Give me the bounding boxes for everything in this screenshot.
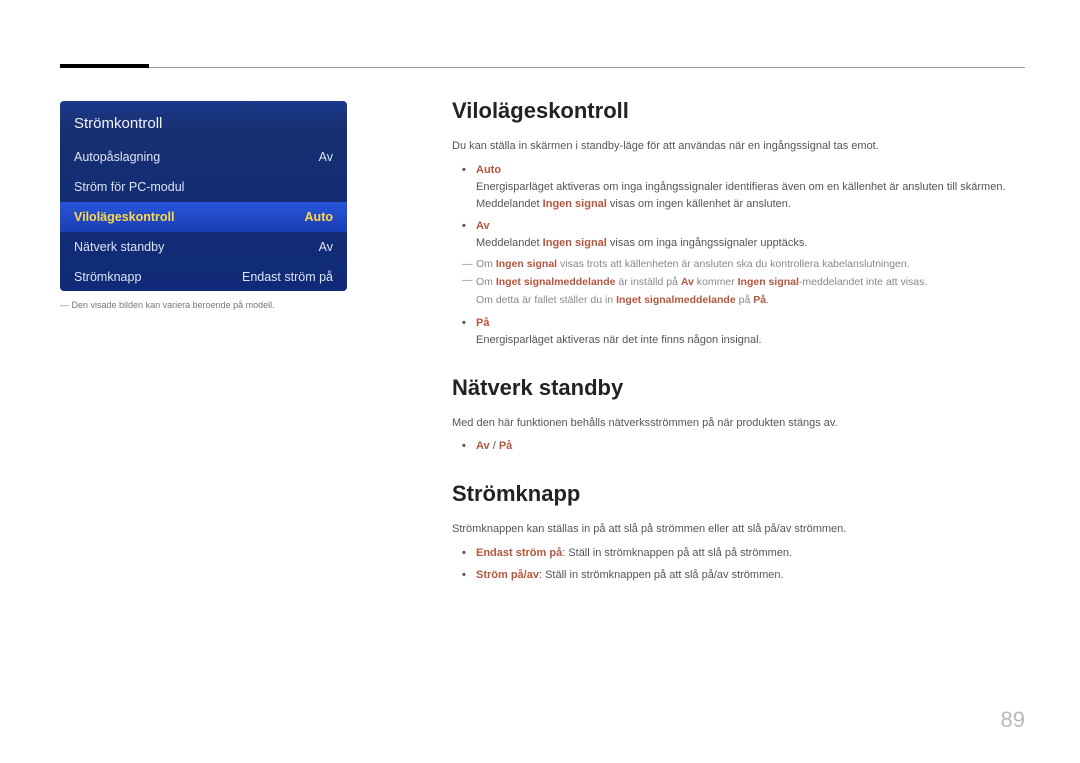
opt-auto: Auto <box>476 164 501 176</box>
header-accent <box>60 64 149 68</box>
auto-desc-2b: visas om ingen källenhet är ansluten. <box>607 198 791 210</box>
s3-b2-rest: : Ställ in strömknappen på att slå på/av… <box>539 569 784 581</box>
s2-av: Av <box>476 440 490 452</box>
panel-footnote: Den visade bilden kan variera beroende p… <box>60 300 360 310</box>
av-desc-b: visas om inga ingångssignaler upptäcks. <box>607 237 808 249</box>
panel-row-value: Auto <box>305 210 333 224</box>
panel-title: Strömkontroll <box>60 111 347 142</box>
panel-row-autopaslagning[interactable]: Autopåslagning Av <box>60 142 347 172</box>
settings-panel: Strömkontroll Autopåslagning Av Ström fö… <box>60 101 347 291</box>
pa-desc: Energisparläget aktiveras när det inte f… <box>476 334 762 346</box>
s2-sep: / <box>490 440 499 452</box>
auto-desc-2a: Meddelandet <box>476 198 543 210</box>
note-line-1: Om Ingen signal visas trots att källenhe… <box>476 256 1025 272</box>
note-dash-icon: ― <box>462 272 473 288</box>
bullet-av: Av Meddelandet Ingen signal visas om ing… <box>476 218 1025 309</box>
panel-row-vilolageskontroll[interactable]: Vilolägeskontroll Auto <box>60 202 347 232</box>
s3-b1-rest: : Ställ in strömknappen på att slå på st… <box>562 547 792 559</box>
bullet-strom-pa-av: Ström på/av: Ställ in strömknappen på at… <box>476 567 1025 584</box>
panel-row-label: Vilolägeskontroll <box>74 210 175 224</box>
panel-row-label: Nätverk standby <box>74 240 164 254</box>
section1-list: Auto Energisparläget aktiveras om inga i… <box>476 162 1025 349</box>
panel-row-label: Autopåslagning <box>74 150 160 164</box>
note-line-2: Om Inget signalmeddelande är inställd på… <box>476 274 1025 290</box>
section3-intro: Strömknappen kan ställas in på att slå p… <box>452 521 1025 538</box>
auto-desc-2em: Ingen signal <box>543 198 607 210</box>
panel-row-stromknapp[interactable]: Strömknapp Endast ström på <box>60 262 347 292</box>
s2-pa: På <box>499 440 512 452</box>
panel-row-value: Av <box>319 150 333 164</box>
section2-list: Av / På <box>476 438 1025 455</box>
section-title-vilolageskontroll: Vilolägeskontroll <box>452 98 1025 124</box>
note-line-3: Om detta är fallet ställer du in Inget s… <box>476 292 1025 308</box>
panel-row-natverk-standby[interactable]: Nätverk standby Av <box>60 232 347 262</box>
av-desc-em: Ingen signal <box>543 237 607 249</box>
panel-row-pcmodul[interactable]: Ström för PC-modul <box>60 172 347 202</box>
bullet-auto: Auto Energisparläget aktiveras om inga i… <box>476 162 1025 213</box>
section3-list: Endast ström på: Ställ in strömknappen p… <box>476 545 1025 584</box>
content-area: Vilolägeskontroll Du kan ställa in skärm… <box>452 98 1025 589</box>
panel-row-value: Av <box>319 240 333 254</box>
section-title-natverk-standby: Nätverk standby <box>452 375 1025 401</box>
panel-row-label: Strömknapp <box>74 270 141 284</box>
header-rule <box>60 67 1025 68</box>
bullet-pa: På Energisparläget aktiveras när det int… <box>476 315 1025 349</box>
opt-av: Av <box>476 220 490 232</box>
note-dash-icon: ― <box>462 256 473 272</box>
auto-desc-1: Energisparläget aktiveras om inga ingång… <box>476 181 1006 193</box>
av-desc-a: Meddelandet <box>476 237 543 249</box>
panel-row-label: Ström för PC-modul <box>74 180 184 194</box>
section1-intro: Du kan ställa in skärmen i standby-läge … <box>452 138 1025 155</box>
bullet-endast-strom-pa: Endast ström på: Ställ in strömknappen p… <box>476 545 1025 562</box>
section-title-stromknapp: Strömknapp <box>452 481 1025 507</box>
opt-pa: På <box>476 317 489 329</box>
note-block: ― Om Ingen signal visas trots att källen… <box>476 256 1025 309</box>
bullet-av-pa: Av / På <box>476 438 1025 455</box>
s3-b1-em: Endast ström på <box>476 547 562 559</box>
section2-intro: Med den här funktionen behålls nätverkss… <box>452 415 1025 432</box>
s3-b2-em: Ström på/av <box>476 569 539 581</box>
panel-row-value: Endast ström på <box>242 270 333 284</box>
page-number: 89 <box>1001 707 1025 733</box>
